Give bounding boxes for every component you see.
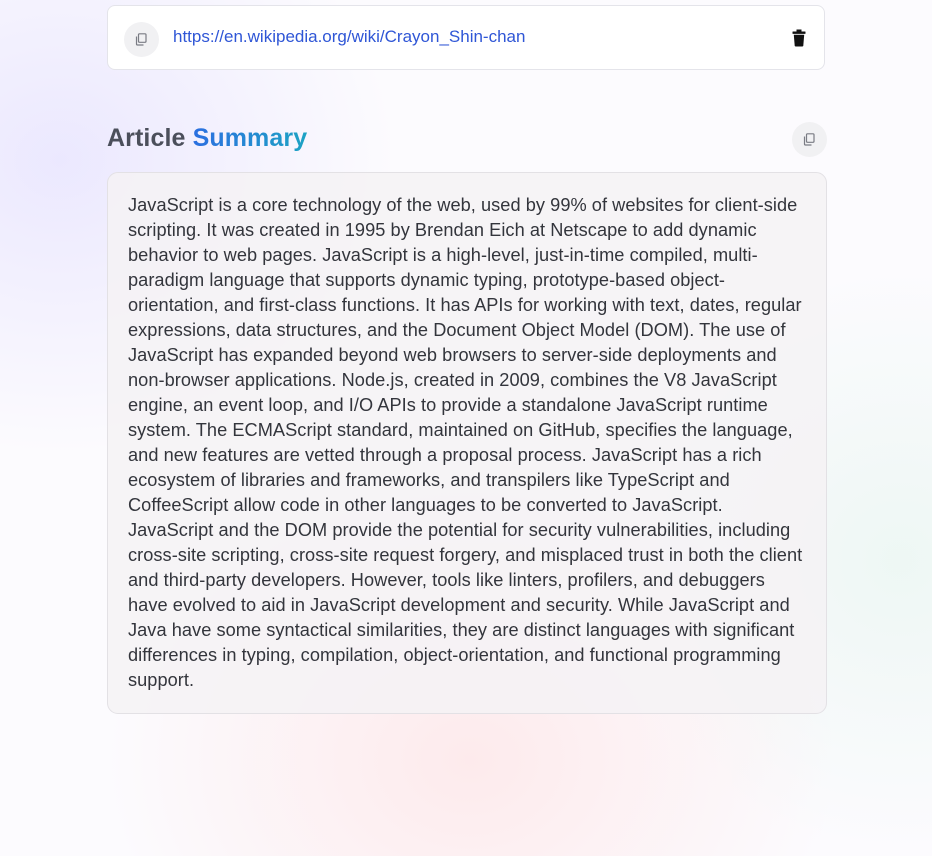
copy-summary-button[interactable]	[792, 122, 827, 157]
summary-heading-accent: Summary	[192, 124, 308, 152]
copy-icon	[135, 33, 147, 46]
summary-heading: Article Summary	[107, 124, 307, 153]
url-link[interactable]: https://en.wikipedia.org/wiki/Crayon_Shi…	[173, 27, 525, 47]
delete-button[interactable]	[792, 29, 806, 47]
summary-card: JavaScript is a core technology of the w…	[107, 172, 827, 714]
copy-icon	[803, 133, 815, 146]
url-card: https://en.wikipedia.org/wiki/Crayon_Shi…	[107, 5, 825, 70]
copy-url-button[interactable]	[124, 22, 159, 57]
summary-text: JavaScript is a core technology of the w…	[128, 195, 803, 690]
summary-heading-prefix: Article	[107, 124, 186, 152]
trash-icon	[792, 29, 806, 47]
